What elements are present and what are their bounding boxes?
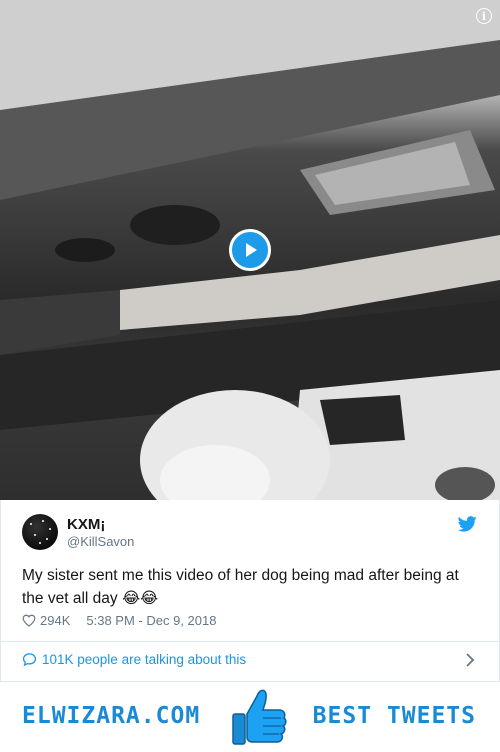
heart-icon[interactable] [22, 614, 36, 627]
thumbs-up-icon [232, 689, 287, 745]
site-name: ELWIZARA.COM [22, 703, 201, 729]
twitter-bird-icon[interactable] [458, 516, 477, 532]
tweet-text: My sister sent me this video of her dog … [22, 567, 459, 607]
brand-banner: ELWIZARA.COM BEST TWEETS [0, 682, 500, 752]
user-handle[interactable]: @KillSavon [67, 534, 134, 549]
avatar[interactable] [22, 514, 58, 550]
video-player[interactable]: i [0, 0, 500, 500]
tweet-card: KXM¡ @KillSavon My sister sent me this v… [0, 500, 500, 682]
tweet-timestamp[interactable]: 5:38 PM - Dec 9, 2018 [86, 613, 216, 628]
display-name[interactable]: KXM¡ [67, 516, 105, 533]
chevron-right-icon[interactable] [465, 653, 475, 667]
play-button[interactable] [229, 229, 271, 271]
divider [1, 641, 499, 642]
speech-bubble-icon [22, 653, 37, 667]
conversation-link[interactable]: 101K people are talking about this [22, 652, 246, 667]
play-icon [246, 243, 257, 257]
tweet-meta: 294K 5:38 PM - Dec 9, 2018 [22, 613, 216, 628]
conversation-label: 101K people are talking about this [42, 652, 247, 667]
like-count[interactable]: 294K [40, 613, 70, 628]
tagline: BEST TWEETS [312, 703, 476, 729]
info-icon[interactable]: i [476, 8, 492, 24]
